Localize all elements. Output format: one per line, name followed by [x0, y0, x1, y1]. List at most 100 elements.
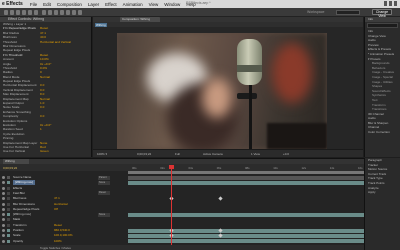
visibility-eye-icon[interactable]	[2, 176, 5, 179]
label-color-swatch[interactable]	[7, 239, 10, 243]
property-value[interactable]: 100%	[54, 239, 62, 244]
effects-presets-item[interactable]: Color Correction	[365, 130, 400, 135]
work-area-bar[interactable]	[128, 171, 364, 174]
pan-behind-tool-icon[interactable]	[34, 9, 38, 15]
layer-name[interactable]: Repeat Edge Pixels	[13, 207, 39, 212]
timeline-layer-row[interactable]: Repeat Edge Pixels Off	[0, 207, 364, 212]
label-color-swatch[interactable]	[7, 207, 10, 211]
info-tab[interactable]: Info	[365, 17, 400, 22]
layer-name[interactable]: Scale	[13, 233, 21, 238]
property-value[interactable]: Off	[54, 207, 58, 212]
menu-animation[interactable]: Animation	[120, 2, 146, 7]
menu-window[interactable]: Window	[161, 2, 183, 7]
layer-duration-bar[interactable]	[128, 175, 364, 180]
timeline-layer-row[interactable]: Mask	[0, 217, 364, 222]
layer-name[interactable]: Blurriness	[13, 196, 26, 201]
parent-dropdown[interactable]: Reset	[98, 191, 110, 196]
composition-subtab[interactable]: Wthrng	[95, 22, 107, 27]
property-value[interactable]: 100.0,100.0%	[54, 233, 73, 238]
tracker-item[interactable]: Apply	[365, 190, 400, 195]
change-view-button[interactable]: Change View	[372, 9, 392, 18]
visibility-eye-icon[interactable]	[2, 218, 5, 222]
layer-name[interactable]: Position	[13, 228, 24, 233]
zoom-dropdown[interactable]: 100% ▾	[97, 152, 107, 156]
property-value[interactable]: 960.0,540.0	[54, 228, 70, 233]
layer-name[interactable]: Blur Dimensions	[13, 202, 35, 207]
battery-icon[interactable]	[389, 1, 392, 6]
views-dropdown[interactable]: 1 View	[251, 152, 260, 156]
property-value[interactable]: Reset	[54, 223, 62, 228]
property-value[interactable]: Horizontal	[54, 202, 68, 207]
layer-name[interactable]: Transform	[13, 223, 27, 228]
label-color-swatch[interactable]	[7, 218, 10, 222]
parent-dropdown[interactable]: None	[98, 180, 110, 185]
timeline-layer-row[interactable]: Blurriness 47.1	[0, 196, 364, 201]
resolution-dropdown[interactable]: Full	[175, 152, 180, 156]
composition-viewer[interactable]	[117, 33, 327, 149]
label-color-swatch[interactable]	[7, 176, 10, 179]
layer-duration-bar[interactable]	[128, 180, 364, 185]
timeline-layer-row[interactable]: [Wthrng.mov] None	[0, 180, 364, 186]
visibility-eye-icon[interactable]	[2, 229, 5, 232]
clone-tool-icon[interactable]	[66, 9, 70, 15]
menu-file[interactable]: File	[27, 2, 40, 7]
toggle-switches-modes[interactable]: Toggle Switches / Modes	[40, 246, 71, 250]
layer-name[interactable]: [Wthrng.mov]	[13, 212, 31, 217]
timeline-layer-row[interactable]: Opacity 100%	[0, 239, 364, 244]
timeline-layer-row[interactable]: Scale 100.0,100.0%	[0, 233, 364, 238]
timeline-layer-row[interactable]: Transform Reset	[0, 223, 364, 228]
rotate-tool-icon[interactable]	[22, 9, 26, 15]
layer-duration-bar[interactable]	[128, 239, 364, 244]
keyframe-icon[interactable]	[218, 196, 223, 201]
label-color-swatch[interactable]	[7, 181, 10, 185]
effect-control-value[interactable]: Green	[40, 149, 49, 153]
label-color-swatch[interactable]	[7, 223, 10, 227]
visibility-eye-icon[interactable]	[2, 223, 5, 227]
property-value[interactable]: 47.1	[54, 196, 60, 201]
layer-duration-bar[interactable]	[128, 233, 364, 238]
timeline-layer-row[interactable]: Effects	[0, 186, 364, 191]
clock-icon[interactable]	[394, 1, 397, 6]
workspace-label[interactable]: Workspace	[307, 10, 324, 14]
menu-composition[interactable]: Composition	[54, 2, 85, 7]
hand-tool-icon[interactable]	[10, 9, 14, 15]
layer-name[interactable]: Opacity	[13, 239, 23, 244]
timeline-layer-row[interactable]: Blur Dimensions Horizontal	[0, 202, 364, 207]
layer-name[interactable]: Fast Blur	[13, 191, 25, 196]
label-color-swatch[interactable]	[7, 202, 10, 206]
label-color-swatch[interactable]	[7, 229, 10, 232]
visibility-eye-icon[interactable]	[2, 186, 5, 190]
layer-name[interactable]: Source Name	[13, 175, 31, 180]
time-ruler[interactable]: 00s 02s 04s 06s 08s 10s 12s 14s 16s	[128, 164, 364, 171]
label-color-swatch[interactable]	[7, 234, 10, 238]
camera-dropdown[interactable]: Active Camera	[203, 152, 223, 156]
visibility-eye-icon[interactable]	[2, 202, 5, 206]
parent-dropdown[interactable]: None	[98, 212, 110, 217]
search-help-input[interactable]	[336, 9, 360, 15]
menu-edit[interactable]: Edit	[40, 2, 54, 7]
timeline-layer-row[interactable]: Position 960.0,540.0	[0, 228, 364, 233]
exposure-value[interactable]: +0.0	[283, 152, 289, 156]
text-tool-icon[interactable]	[54, 9, 58, 15]
parent-dropdown[interactable]: Parent	[98, 175, 110, 180]
visibility-eye-icon[interactable]	[2, 191, 5, 195]
pen-tool-icon[interactable]	[48, 9, 52, 15]
effects-search-input[interactable]	[367, 23, 398, 28]
puppet-tool-icon[interactable]	[78, 9, 82, 15]
layer-duration-bar[interactable]	[128, 228, 364, 233]
label-color-swatch[interactable]	[7, 186, 10, 190]
visibility-eye-icon[interactable]	[2, 239, 5, 243]
layer-duration-bar[interactable]	[128, 212, 364, 217]
label-color-swatch[interactable]	[7, 213, 10, 217]
selection-tool-icon[interactable]	[4, 9, 8, 15]
zoom-tool-icon[interactable]	[16, 9, 20, 15]
visibility-eye-icon[interactable]	[2, 197, 5, 201]
label-color-swatch[interactable]	[7, 191, 10, 195]
visibility-eye-icon[interactable]	[2, 207, 5, 211]
timeline-layer-row[interactable]: [Wthrng.mov] None	[0, 212, 364, 217]
timeline-layer-row[interactable]: Source Name Parent	[0, 175, 364, 180]
wifi-icon[interactable]	[384, 1, 387, 6]
menu-layer[interactable]: Layer	[85, 2, 102, 7]
menu-effect[interactable]: Effect	[102, 2, 119, 7]
camera-tool-icon[interactable]	[28, 9, 32, 15]
